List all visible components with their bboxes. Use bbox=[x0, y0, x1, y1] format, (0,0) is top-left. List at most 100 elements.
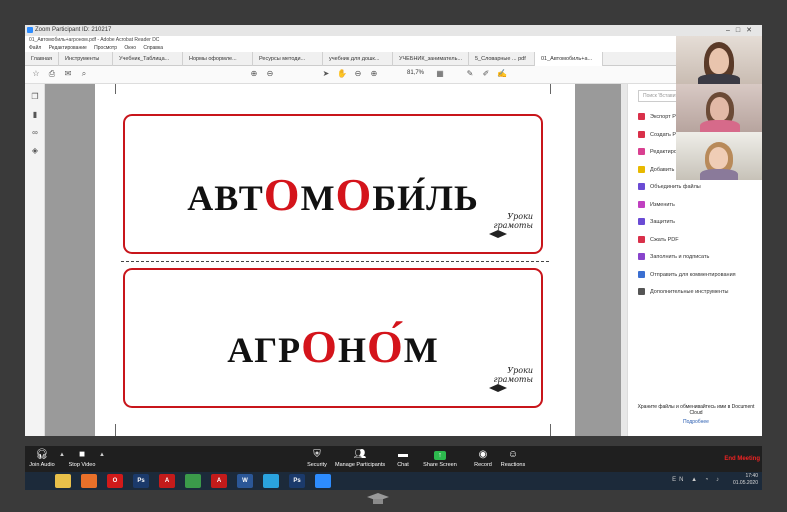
tab-document[interactable]: 5_Словарные ... pdf bbox=[469, 52, 535, 66]
comment-icon[interactable]: ✎ bbox=[465, 69, 475, 79]
tool-icon bbox=[638, 253, 645, 261]
tab-document[interactable]: Нормы оформле... bbox=[183, 52, 253, 66]
graduation-cap-icon bbox=[367, 493, 389, 504]
learn-more-link[interactable]: Подробнее bbox=[636, 419, 756, 425]
page-down-icon[interactable]: ⊖ bbox=[265, 69, 275, 79]
security-button[interactable]: ⛨ Security bbox=[303, 449, 331, 471]
participant-video[interactable] bbox=[676, 84, 762, 132]
tab-document[interactable]: Учебник_Таблица... bbox=[113, 52, 183, 66]
video-options-caret[interactable]: ▲ bbox=[99, 452, 105, 458]
tab-home[interactable]: Главная bbox=[25, 52, 59, 66]
mail-icon[interactable]: ✉ bbox=[63, 69, 73, 79]
tool-item[interactable]: Заполнить и подписать bbox=[638, 252, 709, 262]
bookmark-icon[interactable]: ☆ bbox=[31, 69, 41, 79]
layers-icon[interactable]: ◈ bbox=[30, 146, 40, 156]
tool-icon bbox=[638, 148, 645, 156]
fit-page-icon[interactable]: ▦ bbox=[435, 69, 445, 79]
end-meeting-button[interactable]: End Meeting bbox=[724, 456, 760, 462]
attachments-icon[interactable]: ∞ bbox=[30, 128, 40, 138]
menu-item[interactable]: Просмотр bbox=[94, 45, 117, 51]
tool-item[interactable]: Объединить файлы bbox=[638, 182, 701, 192]
participant-face bbox=[709, 147, 728, 169]
menu-item[interactable]: Файл bbox=[29, 45, 41, 51]
tool-item[interactable]: Защитить bbox=[638, 217, 675, 227]
zoom-in-icon[interactable]: ⊕ bbox=[369, 69, 379, 79]
word-card-avtomobil: АВТОМОБИ́ЛЬ Уроки грамоты bbox=[123, 114, 543, 254]
taskbar-explorer-icon[interactable] bbox=[55, 474, 71, 488]
acrobat-tab-bar: Главная Инструменты Учебник_Таблица... Н… bbox=[25, 52, 762, 66]
taskbar-firefox-icon[interactable] bbox=[81, 474, 97, 488]
chat-icon: ▬ bbox=[398, 449, 408, 460]
shared-screen[interactable]: 01_Автомобиль+агроном.pdf - Adobe Acroba… bbox=[25, 36, 762, 436]
zoom-control-bar: 🎧︎ Join Audio ▲ ■ Stop Video ▲ ⛨ Securit… bbox=[25, 446, 762, 472]
document-cloud-promo: Храните файлы и обменивайтесь ими в Docu… bbox=[636, 404, 756, 425]
tool-icon bbox=[638, 130, 645, 138]
sign-icon[interactable]: ✍ bbox=[497, 69, 507, 79]
tab-document-active[interactable]: 01_Автомобиль+а... bbox=[535, 52, 603, 66]
crop-mark bbox=[115, 84, 116, 94]
highlighted-letter: О bbox=[335, 169, 373, 220]
taskbar-word-icon[interactable]: W bbox=[237, 474, 253, 488]
pdf-page: АВТОМОБИ́ЛЬ Уроки грамоты АГРОНО́М Уроки… bbox=[95, 84, 575, 436]
stop-video-button[interactable]: ■ Stop Video bbox=[67, 449, 97, 471]
record-button[interactable]: ◉ Record bbox=[471, 449, 495, 471]
crop-mark bbox=[550, 84, 551, 94]
page-up-icon[interactable]: ⊕ bbox=[249, 69, 259, 79]
taskbar-photoshop2-icon[interactable]: Ps bbox=[289, 474, 305, 488]
search-icon[interactable]: ⌕ bbox=[79, 69, 89, 79]
chat-button[interactable]: ▬ Chat bbox=[393, 449, 413, 471]
taskbar-chrome-icon[interactable] bbox=[185, 474, 201, 488]
menu-item[interactable]: Справка bbox=[143, 45, 163, 51]
select-cursor-icon[interactable]: ➤ bbox=[321, 69, 331, 79]
tool-label: Защитить bbox=[650, 219, 675, 225]
bookmarks-icon[interactable]: ▮ bbox=[30, 110, 40, 120]
acrobat-toolbar: ☆ ⎙ ✉ ⌕ ⊕ ⊖ ➤ ✋ ⊖ ⊕ 81,7% ▦ ✎ ✐ ✍ bbox=[25, 66, 762, 84]
shield-icon: ⛨ bbox=[313, 449, 321, 460]
highlighted-letter: О́ bbox=[366, 321, 404, 372]
menu-item[interactable]: Окно bbox=[124, 45, 136, 51]
taskbar-photoshop-icon[interactable]: Ps bbox=[133, 474, 149, 488]
tab-document[interactable]: УЧЕБНИК_заниматель... bbox=[393, 52, 469, 66]
thumbnails-icon[interactable]: ❐ bbox=[30, 92, 40, 102]
taskbar-start-icon[interactable] bbox=[29, 474, 45, 488]
hand-icon[interactable]: ✋ bbox=[337, 69, 347, 79]
print-icon[interactable]: ⎙ bbox=[47, 69, 57, 79]
zoom-app-icon bbox=[27, 27, 33, 33]
tool-icon bbox=[638, 218, 645, 226]
system-tray-icons[interactable]: EN ▲ ◔ ♪ bbox=[672, 477, 722, 483]
screen-frame: Zoom Participant ID: 210217 –□✕ 01_Автом… bbox=[0, 0, 787, 512]
tool-item[interactable]: Дополнительные инструменты bbox=[638, 287, 728, 297]
join-audio-button[interactable]: 🎧︎ Join Audio bbox=[27, 449, 57, 471]
headphones-icon: 🎧︎ bbox=[35, 449, 49, 460]
language-indicator[interactable]: EN bbox=[672, 477, 686, 483]
zoom-title-bar: Zoom Participant ID: 210217 –□✕ bbox=[25, 25, 762, 36]
graduation-cap-icon bbox=[489, 384, 507, 392]
taskbar-acrobat-icon[interactable]: A bbox=[159, 474, 175, 488]
crop-mark bbox=[115, 424, 116, 436]
taskbar-acrobat2-icon[interactable]: A bbox=[211, 474, 227, 488]
highlight-icon[interactable]: ✐ bbox=[481, 69, 491, 79]
tab-document[interactable]: учебник для дошк... bbox=[323, 52, 393, 66]
taskbar-zoom-icon[interactable] bbox=[315, 474, 331, 488]
audio-options-caret[interactable]: ▲ bbox=[59, 452, 65, 458]
tool-item[interactable]: Отправить для комментирования bbox=[638, 270, 736, 280]
tab-document[interactable]: Ресурсы методи... bbox=[253, 52, 323, 66]
highlighted-letter: О bbox=[301, 321, 338, 372]
taskbar-telegram-icon[interactable] bbox=[263, 474, 279, 488]
tab-tools[interactable]: Инструменты bbox=[59, 52, 113, 66]
share-screen-button[interactable]: ↑ Share Screen bbox=[423, 449, 457, 471]
participant-video[interactable] bbox=[676, 36, 762, 84]
manage-participants-button[interactable]: 👥︎ Manage Participants bbox=[335, 449, 385, 471]
taskbar-opera-icon[interactable]: O bbox=[107, 474, 123, 488]
zoom-level[interactable]: 81,7% bbox=[407, 70, 424, 76]
participant-video[interactable] bbox=[676, 132, 762, 180]
tool-item[interactable]: Изменить bbox=[638, 200, 675, 210]
zoom-out-icon[interactable]: ⊖ bbox=[353, 69, 363, 79]
tool-icon bbox=[638, 200, 645, 208]
tool-item[interactable]: Сжать PDF bbox=[638, 235, 679, 245]
system-clock[interactable]: 17:40 01.05.2020 bbox=[733, 473, 758, 487]
menu-item[interactable]: Редактирование bbox=[49, 45, 87, 51]
reactions-button[interactable]: ☺ Reactions bbox=[499, 449, 527, 471]
uroki-gramoty-logo: Уроки грамоты bbox=[489, 212, 533, 244]
window-controls[interactable]: –□✕ bbox=[726, 25, 758, 36]
